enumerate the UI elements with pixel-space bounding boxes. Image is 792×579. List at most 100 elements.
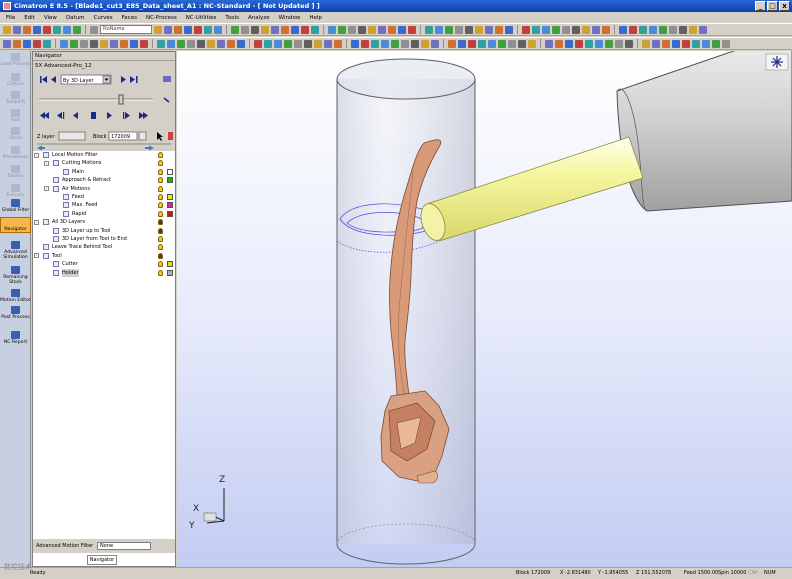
toolbar-button-icon[interactable] <box>445 25 453 34</box>
toolbar-button-icon[interactable] <box>251 25 259 34</box>
sidebar-item-delete[interactable]: Delete <box>0 165 31 179</box>
toolbar-button-icon[interactable] <box>495 25 503 34</box>
toolbar-button-icon[interactable] <box>649 25 657 34</box>
toolbar-button-icon[interactable] <box>672 39 680 48</box>
toolbar-combo[interactable]: NoName <box>100 25 152 34</box>
toolbar-button-icon[interactable] <box>381 39 389 48</box>
motion-filter-select[interactable]: None <box>97 542 151 550</box>
toolbar-button-icon[interactable] <box>348 25 356 34</box>
toolbar-button-icon[interactable] <box>378 25 386 34</box>
toolbar-button-icon[interactable] <box>23 25 31 34</box>
visibility-bulb-icon[interactable] <box>158 185 163 192</box>
collapse-toggle[interactable]: - <box>34 219 39 225</box>
toolbar-button-icon[interactable] <box>689 25 697 34</box>
visibility-bulb-icon[interactable] <box>158 227 163 234</box>
color-swatch[interactable] <box>167 177 173 184</box>
toolbar-button-icon[interactable] <box>204 25 212 34</box>
toolbar-button-icon[interactable] <box>197 39 205 48</box>
sidebar-item-post-process[interactable]: Post Process <box>0 306 31 320</box>
toolbar-button-icon[interactable] <box>130 39 138 48</box>
menu-curves[interactable]: Curves <box>94 15 113 21</box>
sidebar-item-global-filter[interactable]: Global Filter <box>0 199 31 213</box>
toolbar-button-icon[interactable] <box>425 25 433 34</box>
toolbar-button-icon[interactable] <box>542 25 550 34</box>
toolbar-button-icon[interactable] <box>642 39 650 48</box>
toolbar-button-icon[interactable] <box>475 25 483 34</box>
toolbar-button-icon[interactable] <box>154 25 162 34</box>
toolbar-button-icon[interactable] <box>314 39 322 48</box>
toolbar-button-icon[interactable] <box>311 25 319 34</box>
visibility-bulb-icon[interactable] <box>158 236 163 242</box>
color-swatch[interactable] <box>167 210 173 217</box>
visibility-bulb-icon[interactable] <box>158 177 163 184</box>
toolbar-button-icon[interactable] <box>100 39 108 48</box>
collapse-toggle[interactable]: - <box>44 160 49 166</box>
toolbar-button-icon[interactable] <box>334 39 342 48</box>
toolbar-button-icon[interactable] <box>465 25 473 34</box>
toolbar-button-icon[interactable] <box>73 25 81 34</box>
toolbar-button-icon[interactable] <box>595 39 603 48</box>
toolbar-button-icon[interactable] <box>63 25 71 34</box>
toolbar-button-icon[interactable] <box>264 39 272 48</box>
toolbar-button-icon[interactable] <box>214 25 222 34</box>
toolbar-button-icon[interactable] <box>43 39 51 48</box>
tree-item-tool[interactable]: - Tool <box>33 252 175 260</box>
tree-item-max-feed[interactable]: Max. Feed <box>33 201 175 209</box>
toolbar-button-icon[interactable] <box>659 25 667 34</box>
toolbar-button-icon[interactable] <box>207 39 215 48</box>
toolbar-button-icon[interactable] <box>498 39 506 48</box>
toolbar-button-icon[interactable] <box>388 25 396 34</box>
toolbar-button-icon[interactable] <box>662 39 670 48</box>
toolbar-button-icon[interactable] <box>398 25 406 34</box>
toolbar-button-icon[interactable] <box>358 25 366 34</box>
toolbar-button-icon[interactable] <box>478 39 486 48</box>
menu-nc-utilities[interactable]: NC-Utilities <box>186 15 217 21</box>
toolbar-button-icon[interactable] <box>722 39 730 48</box>
toolbar-button-icon[interactable] <box>120 39 128 48</box>
toolbar-button-icon[interactable] <box>371 39 379 48</box>
tree-item-3d-layer-from-tool-to-end[interactable]: 3D Layer from Tool to End <box>33 235 175 243</box>
toolbar-button-icon[interactable] <box>552 25 560 34</box>
toolbar-button-icon[interactable] <box>712 39 720 48</box>
toolbar-button-icon[interactable] <box>448 39 456 48</box>
toolbar-button-icon[interactable] <box>227 39 235 48</box>
menu-analyze[interactable]: Analyze <box>248 15 270 21</box>
visibility-bulb-icon[interactable] <box>158 160 163 167</box>
toolbar-button-icon[interactable] <box>528 39 536 48</box>
toolbar-button-icon[interactable] <box>291 25 299 34</box>
color-swatch[interactable] <box>167 202 173 209</box>
toolbar-button-icon[interactable] <box>70 39 78 48</box>
sidebar-item-cutters[interactable]: Cutters <box>0 73 31 87</box>
menu-file[interactable]: File <box>6 15 15 21</box>
sidebar-item-execute[interactable]: Execute <box>0 184 31 198</box>
toolbar-button-icon[interactable] <box>174 25 182 34</box>
toolbar-button-icon[interactable] <box>80 39 88 48</box>
toolbar-button-icon[interactable] <box>284 39 292 48</box>
visibility-bulb-icon[interactable] <box>158 252 163 259</box>
tree-item-all-3d-layers[interactable]: - All 3D Layers <box>33 218 175 226</box>
color-swatch[interactable] <box>167 261 173 268</box>
toolbar-button-icon[interactable] <box>60 39 68 48</box>
toolbar-button-icon[interactable] <box>629 25 637 34</box>
menu-tools[interactable]: Tools <box>225 15 239 21</box>
toolbar-button-icon[interactable] <box>585 39 593 48</box>
toolbar-button-icon[interactable] <box>458 39 466 48</box>
visibility-bulb-icon[interactable] <box>158 219 163 226</box>
tree-item-cutting-motions[interactable]: - Cutting Motions <box>33 159 175 167</box>
toolbar-button-icon[interactable] <box>254 39 262 48</box>
sidebar-item-navigator[interactable]: Navigator <box>0 217 31 233</box>
toolbar-button-icon[interactable] <box>110 39 118 48</box>
menu-datum[interactable]: Datum <box>66 15 85 21</box>
toolbar-button-icon[interactable] <box>562 25 570 34</box>
toolbar-button-icon[interactable] <box>167 39 175 48</box>
sidebar-item-remaining-stock[interactable]: Remaining Stock <box>0 266 31 285</box>
menu-faces[interactable]: Faces <box>122 15 137 21</box>
toolbar-button-icon[interactable] <box>669 25 677 34</box>
toolbar-button-icon[interactable] <box>361 39 369 48</box>
tree-item-local-motion-filter[interactable]: - Local Motion Filter <box>33 151 175 159</box>
tree-item-cutter[interactable]: Cutter <box>33 260 175 268</box>
visibility-bulb-icon[interactable] <box>158 261 163 268</box>
tree-item-rapid[interactable]: Rapid <box>33 210 175 218</box>
toolbar-button-icon[interactable] <box>639 25 647 34</box>
toolbar-button-icon[interactable] <box>23 39 31 48</box>
